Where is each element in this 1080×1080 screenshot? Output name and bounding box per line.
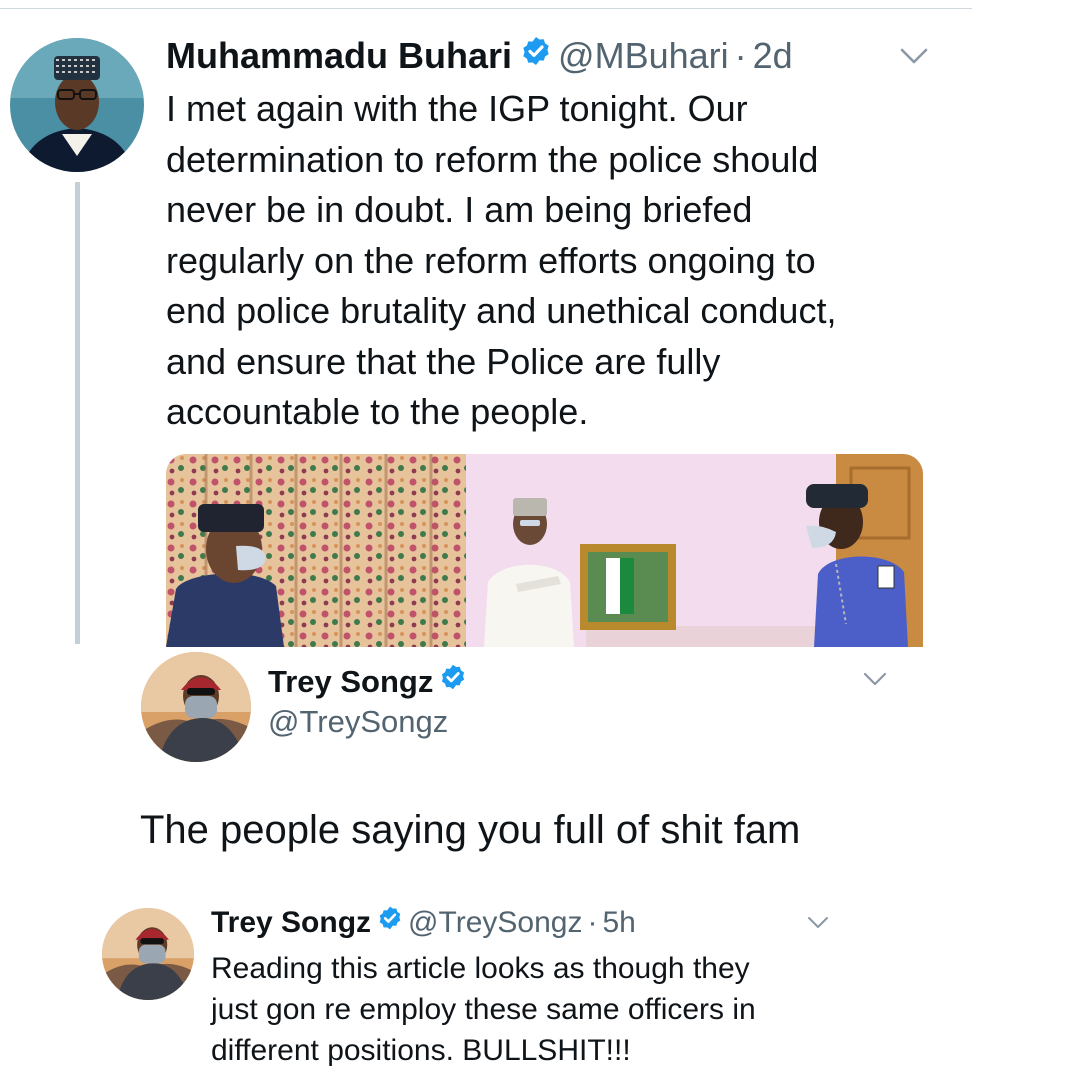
tweet-header: Trey Songz @TreySongz · 5h xyxy=(211,904,636,942)
author-handle[interactable]: @TreySongz xyxy=(268,702,448,742)
author-name[interactable]: Trey Songz xyxy=(211,906,371,939)
buhari-avatar[interactable] xyxy=(10,38,144,172)
author-name[interactable]: Muhammadu Buhari xyxy=(166,35,512,76)
trey-songz-avatar[interactable] xyxy=(141,652,251,762)
meta-separator: · xyxy=(734,35,747,76)
tweet-header: Trey Songz xyxy=(268,662,467,702)
tweet-timestamp[interactable]: 5h xyxy=(602,906,635,939)
tweet-photo[interactable] xyxy=(166,454,923,647)
tweet-text: The people saying you full of shit fam xyxy=(140,808,801,852)
chevron-down-icon[interactable] xyxy=(862,671,888,689)
verified-badge-icon xyxy=(520,33,552,77)
trey-songz-avatar[interactable] xyxy=(102,908,194,1000)
top-divider xyxy=(0,8,972,9)
verified-badge-icon xyxy=(439,661,467,701)
tweet-text: I met again with the IGP tonight. Our de… xyxy=(166,88,837,432)
tweet-text: Reading this article looks as though the… xyxy=(211,952,756,1067)
author-handle[interactable]: @MBuhari xyxy=(558,35,729,76)
thread-connector-line xyxy=(75,182,80,644)
meta-separator: · xyxy=(587,906,598,939)
author-handle[interactable]: @TreySongz xyxy=(408,906,582,939)
tweet-header: Muhammadu Buhari @MBuhari · 2d xyxy=(166,34,793,78)
verified-badge-icon xyxy=(377,903,403,941)
chevron-down-icon[interactable] xyxy=(806,915,830,931)
tweet-timestamp[interactable]: 2d xyxy=(753,35,793,76)
chevron-down-icon[interactable] xyxy=(898,46,930,68)
author-name[interactable]: Trey Songz xyxy=(268,664,433,699)
